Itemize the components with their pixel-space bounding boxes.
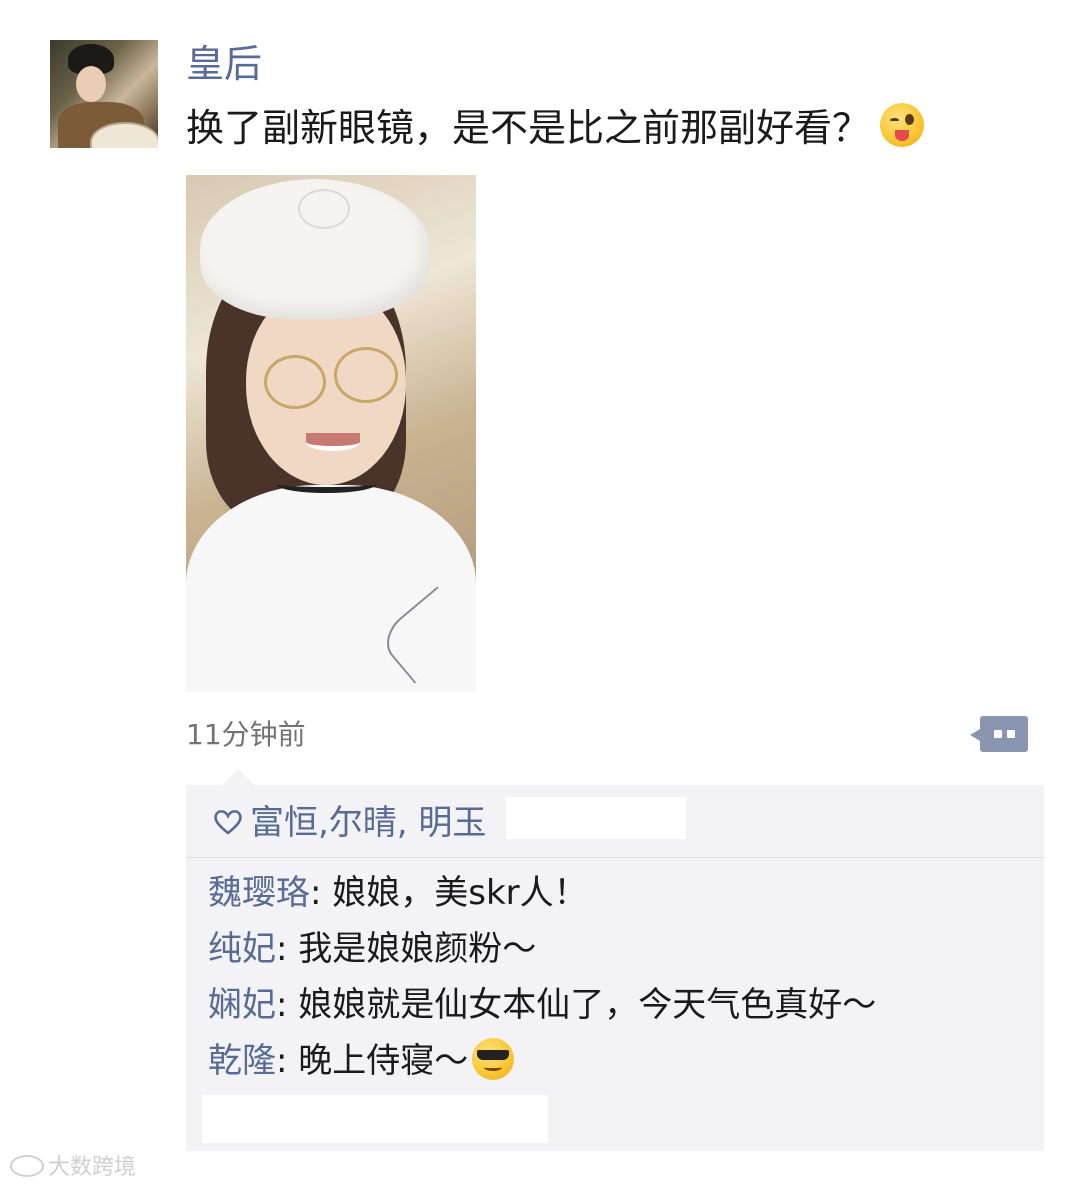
comment-author[interactable]: 魏璎珞 xyxy=(208,873,310,913)
comment-text: 晚上侍寝～ xyxy=(298,1041,469,1081)
post-text-content: 换了副新眼镜，是不是比之前那副好看？ xyxy=(186,106,871,150)
comment-text: 娘娘就是仙女本仙了，今天气色真好～ xyxy=(298,985,877,1025)
divider xyxy=(186,857,1044,858)
moments-post: 皇后 换了副新眼镜，是不是比之前那副好看？ 11分钟前 富恒,尔晴, 明玉 魏璎… xyxy=(0,0,1080,1189)
comment-list: 魏璎珞: 娘娘，美skr人！ 纯妃: 我是娘娘颜粉～ 娴妃: 娘娘就是仙女本仙了… xyxy=(208,865,876,1089)
author-avatar[interactable] xyxy=(50,40,158,148)
comment-menu-button[interactable] xyxy=(970,716,1028,752)
watermark-logo-icon xyxy=(10,1155,44,1177)
watermark-text: 大数跨境 xyxy=(48,1155,137,1180)
sunglasses-emoji-icon xyxy=(472,1038,515,1080)
dot-icon xyxy=(1007,730,1015,738)
comment-separator: : xyxy=(310,873,333,913)
post-timestamp: 11分钟前 xyxy=(186,718,306,751)
likes-row: 富恒,尔晴, 明玉 xyxy=(212,799,486,847)
dot-icon xyxy=(994,730,1002,738)
comment-item[interactable]: 娴妃: 娘娘就是仙女本仙了，今天气色真好～ xyxy=(208,977,876,1033)
comment-author[interactable]: 乾隆 xyxy=(208,1041,276,1081)
redaction-box xyxy=(202,1095,548,1143)
comment-author[interactable]: 娴妃 xyxy=(208,985,276,1025)
comment-text: 娘娘，美skr人！ xyxy=(332,873,588,913)
comment-item[interactable]: 乾隆: 晚上侍寝～ xyxy=(208,1033,876,1089)
post-text: 换了副新眼镜，是不是比之前那副好看？ xyxy=(186,102,925,154)
interaction-panel: 富恒,尔晴, 明玉 魏璎珞: 娘娘，美skr人！ 纯妃: 我是娘娘颜粉～ 娴妃:… xyxy=(186,769,1044,1151)
post-photo[interactable] xyxy=(186,175,476,692)
comment-item[interactable]: 纯妃: 我是娘娘颜粉～ xyxy=(208,921,876,977)
comment-separator: : xyxy=(276,1041,299,1081)
comment-author[interactable]: 纯妃 xyxy=(208,929,276,969)
heart-icon xyxy=(214,810,242,835)
comment-separator: : xyxy=(276,985,299,1025)
comment-separator: : xyxy=(276,929,299,969)
watermark: 大数跨境 xyxy=(10,1152,136,1184)
comment-text: 我是娘娘颜粉～ xyxy=(298,929,537,969)
avatar-face xyxy=(76,66,106,102)
likes-names[interactable]: 富恒,尔晴, 明玉 xyxy=(250,803,486,843)
wink-tongue-emoji-icon xyxy=(880,103,925,147)
author-name[interactable]: 皇后 xyxy=(186,40,262,88)
cap xyxy=(200,179,430,319)
comment-item[interactable]: 魏璎珞: 娘娘，美skr人！ xyxy=(208,865,876,921)
redaction-box xyxy=(506,797,686,839)
